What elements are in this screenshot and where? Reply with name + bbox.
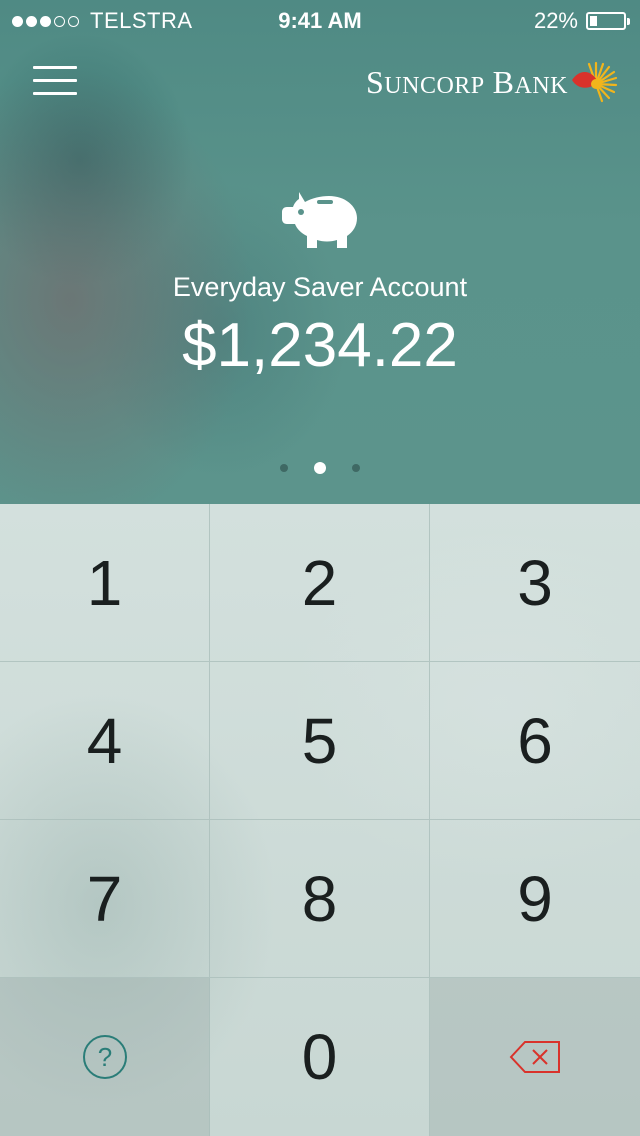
sun-logo-icon bbox=[572, 61, 618, 103]
delete-button[interactable] bbox=[430, 978, 640, 1136]
piggy-bank-icon bbox=[282, 192, 357, 248]
key-5[interactable]: 5 bbox=[210, 662, 430, 820]
pager-dot[interactable] bbox=[280, 464, 288, 472]
key-6[interactable]: 6 bbox=[430, 662, 640, 820]
status-bar: TELSTRA 9:41 AM 22% bbox=[0, 0, 640, 40]
account-pager bbox=[0, 462, 640, 474]
brand-logo: SUNCORP BANK bbox=[366, 60, 618, 104]
account-name: Everyday Saver Account bbox=[172, 272, 468, 302]
battery-icon bbox=[586, 12, 630, 30]
pager-dot-active[interactable] bbox=[314, 462, 326, 474]
key-1[interactable]: 1 bbox=[0, 504, 210, 662]
key-8[interactable]: 8 bbox=[210, 820, 430, 978]
key-9[interactable]: 9 bbox=[430, 820, 640, 978]
key-4[interactable]: 4 bbox=[0, 662, 210, 820]
account-header: TELSTRA 9:41 AM 22% SUNCORP BANK Everyda… bbox=[0, 0, 640, 504]
battery-status: 22% bbox=[533, 8, 630, 34]
key-0[interactable]: 0 bbox=[210, 978, 430, 1136]
hamburger-menu-icon[interactable] bbox=[33, 66, 77, 98]
svg-text:?: ? bbox=[97, 1042, 111, 1072]
pager-dot[interactable] bbox=[352, 464, 360, 472]
key-2[interactable]: 2 bbox=[210, 504, 430, 662]
pin-keypad: 1 2 3 4 5 6 7 8 9 ? 0 bbox=[0, 504, 640, 1136]
account-balance: $1,234.22 bbox=[182, 311, 458, 380]
key-7[interactable]: 7 bbox=[0, 820, 210, 978]
brand-name: SUNCORP BANK bbox=[366, 63, 568, 100]
battery-percent: 22% bbox=[533, 8, 578, 33]
help-button[interactable]: ? bbox=[0, 978, 210, 1136]
question-mark-icon: ? bbox=[82, 1035, 127, 1079]
key-3[interactable]: 3 bbox=[430, 504, 640, 662]
backspace-icon bbox=[509, 1041, 560, 1073]
